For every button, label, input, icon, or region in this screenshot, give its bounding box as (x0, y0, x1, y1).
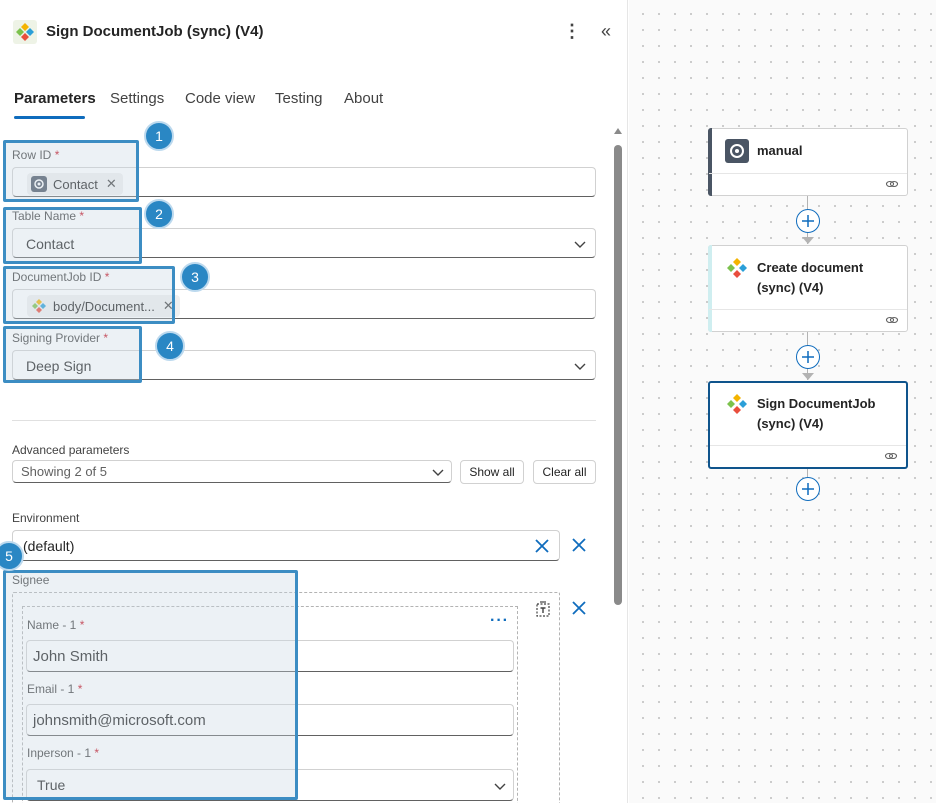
section-divider (12, 420, 596, 421)
flow-step-create-document[interactable]: Create document (sync) (V4) (708, 245, 908, 332)
insert-step-button[interactable] (796, 209, 820, 233)
panel-header: Sign DocumentJob (sync) (V4) ⋮ « (0, 0, 627, 64)
chevron-down-icon (574, 363, 586, 370)
insert-step-button[interactable] (796, 477, 820, 501)
tab-testing[interactable]: Testing (275, 90, 323, 107)
connector-line (807, 469, 808, 477)
insert-step-button[interactable] (796, 345, 820, 369)
chevron-down-icon (432, 469, 444, 476)
connector-arrow-icon (802, 373, 814, 380)
step-footer (709, 173, 907, 195)
callout-highlight-signee (3, 570, 298, 800)
step-footer (709, 309, 907, 331)
callout-badge-5: 5 (0, 541, 24, 571)
chevron-down-icon (494, 783, 506, 790)
collapse-panel-icon[interactable]: « (597, 22, 615, 42)
chevron-down-icon (574, 241, 586, 248)
plus-icon (802, 483, 814, 495)
scroll-up-arrow-icon[interactable] (614, 128, 622, 134)
link-icon[interactable] (884, 449, 898, 463)
flow-step-manual[interactable]: manual (708, 128, 908, 196)
link-icon[interactable] (885, 313, 899, 327)
item-more-options-icon[interactable]: ··· (490, 612, 509, 630)
panel-title: Sign DocumentJob (sync) (V4) (46, 23, 264, 40)
callout-highlight-documentjob-id (3, 266, 175, 324)
step-footer (710, 445, 906, 467)
callout-badge-4: 4 (155, 331, 185, 361)
advanced-parameters-label: Advanced parameters (12, 443, 130, 457)
callout-badge-1: 1 (144, 121, 174, 151)
scrollbar-thumb[interactable] (614, 145, 622, 605)
step-title: Sign DocumentJob (sync) (V4) (757, 396, 876, 431)
remove-parameter-icon[interactable] (570, 599, 588, 617)
tab-code-view[interactable]: Code view (185, 90, 255, 107)
active-tab-indicator (14, 116, 85, 119)
clear-value-icon[interactable] (533, 537, 551, 555)
plus-icon (802, 351, 814, 363)
show-all-button[interactable]: Show all (460, 460, 524, 484)
callout-highlight-signing-provider (3, 326, 142, 383)
tab-parameters[interactable]: Parameters (14, 90, 96, 107)
environment-dropdown[interactable]: (default) (12, 530, 560, 561)
step-title: Create document (sync) (V4) (757, 260, 864, 295)
callout-badge-3: 3 (180, 262, 210, 292)
connector-icon (13, 20, 37, 44)
action-details-panel: Sign DocumentJob (sync) (V4) ⋮ « Paramet… (0, 0, 628, 803)
step-title: manual (757, 143, 803, 158)
remove-parameter-icon[interactable] (570, 536, 588, 554)
flow-step-sign-documentjob[interactable]: Sign DocumentJob (sync) (V4) (708, 381, 908, 469)
callout-highlight-table-name (3, 207, 142, 264)
plus-icon (802, 215, 814, 227)
connector-arrow-icon (802, 237, 814, 244)
callout-highlight-row-id (3, 140, 139, 202)
switch-to-text-mode-icon[interactable] (534, 600, 552, 618)
link-icon[interactable] (885, 177, 899, 191)
tab-about[interactable]: About (344, 90, 383, 107)
clear-all-button[interactable]: Clear all (533, 460, 596, 484)
more-options-icon[interactable]: ⋮ (563, 22, 581, 42)
tab-settings[interactable]: Settings (110, 90, 164, 107)
dataverse-icon (725, 139, 749, 163)
environment-label: Environment (12, 511, 80, 525)
advanced-parameters-value: Showing 2 of 5 (21, 464, 108, 479)
plumsail-icon (727, 394, 747, 414)
advanced-parameters-dropdown[interactable]: Showing 2 of 5 (12, 460, 452, 483)
callout-badge-2: 2 (144, 199, 174, 229)
plumsail-icon (727, 258, 747, 278)
environment-value: (default) (23, 538, 75, 554)
